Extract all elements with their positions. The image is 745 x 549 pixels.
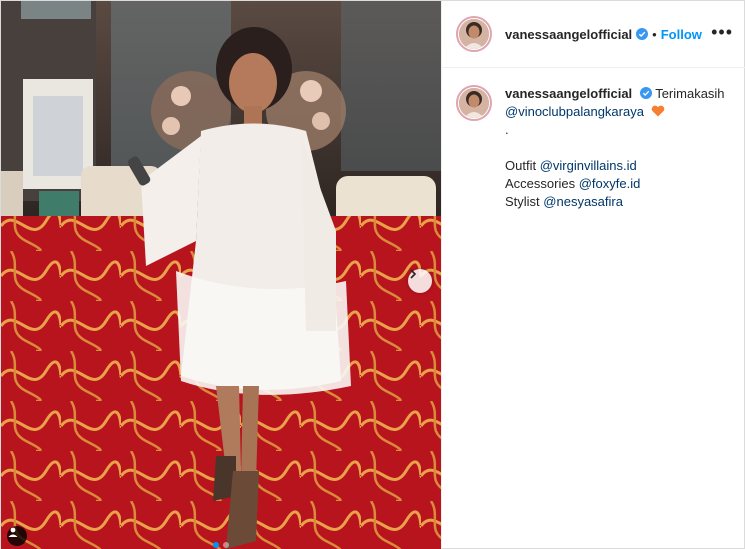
user-tag-button[interactable] [7, 526, 27, 546]
header-separator: • [652, 26, 657, 42]
next-slide-button[interactable] [408, 269, 432, 293]
chevron-right-icon [410, 269, 417, 279]
profile-avatar-icon [459, 88, 489, 118]
instagram-post: vanessaangelofficial • Follow ••• vaness… [0, 0, 745, 549]
stylist-label: Stylist [505, 194, 540, 209]
orange-heart-icon [651, 105, 664, 117]
verified-badge-icon [639, 87, 652, 99]
post-sidebar: vanessaangelofficial • Follow ••• vaness… [441, 1, 745, 549]
mention-vinoclub[interactable]: @vinoclubpalangkaraya [505, 104, 644, 119]
photo-illustration [1, 1, 441, 549]
mention-accessories[interactable]: @foxyfe.id [579, 176, 641, 191]
post-photo[interactable] [1, 1, 441, 549]
carousel-dot-1 [213, 542, 219, 548]
outfit-label: Outfit [505, 158, 537, 173]
caption-second-line: @vinoclubpalangkaraya [505, 103, 725, 121]
post-header: vanessaangelofficial • Follow ••• [442, 1, 745, 68]
user-tag-icon [8, 527, 18, 537]
caption-avatar[interactable] [456, 85, 492, 121]
profile-avatar-icon [459, 19, 489, 49]
more-options-button[interactable]: ••• [711, 23, 733, 41]
carousel-dots [1, 542, 441, 548]
follow-button[interactable]: Follow [661, 27, 702, 42]
carousel-dot-2 [223, 542, 229, 548]
caption-outfit-line: Outfit @virginvillains.id [505, 157, 725, 175]
caption-text: vanessaangelofficial Terimakasih @vinocl… [505, 85, 725, 211]
verified-badge-icon [636, 28, 649, 40]
mention-outfit[interactable]: @virginvillains.id [540, 158, 637, 173]
post-caption: vanessaangelofficial Terimakasih @vinocl… [456, 85, 736, 211]
accessories-label: Accessories [505, 176, 576, 191]
caption-username[interactable]: vanessaangelofficial [505, 86, 632, 101]
caption-accessories-line: Accessories @foxyfe.id [505, 175, 725, 193]
caption-dot-line: . [505, 122, 509, 137]
caption-stylist-line: Stylist @nesyasafira [505, 193, 725, 211]
caption-intro: Terimakasih [655, 86, 725, 101]
header-username[interactable]: vanessaangelofficial [505, 27, 632, 42]
mention-stylist[interactable]: @nesyasafira [543, 194, 623, 209]
avatar[interactable] [456, 16, 492, 52]
caption-first-line: vanessaangelofficial Terimakasih [505, 85, 725, 103]
